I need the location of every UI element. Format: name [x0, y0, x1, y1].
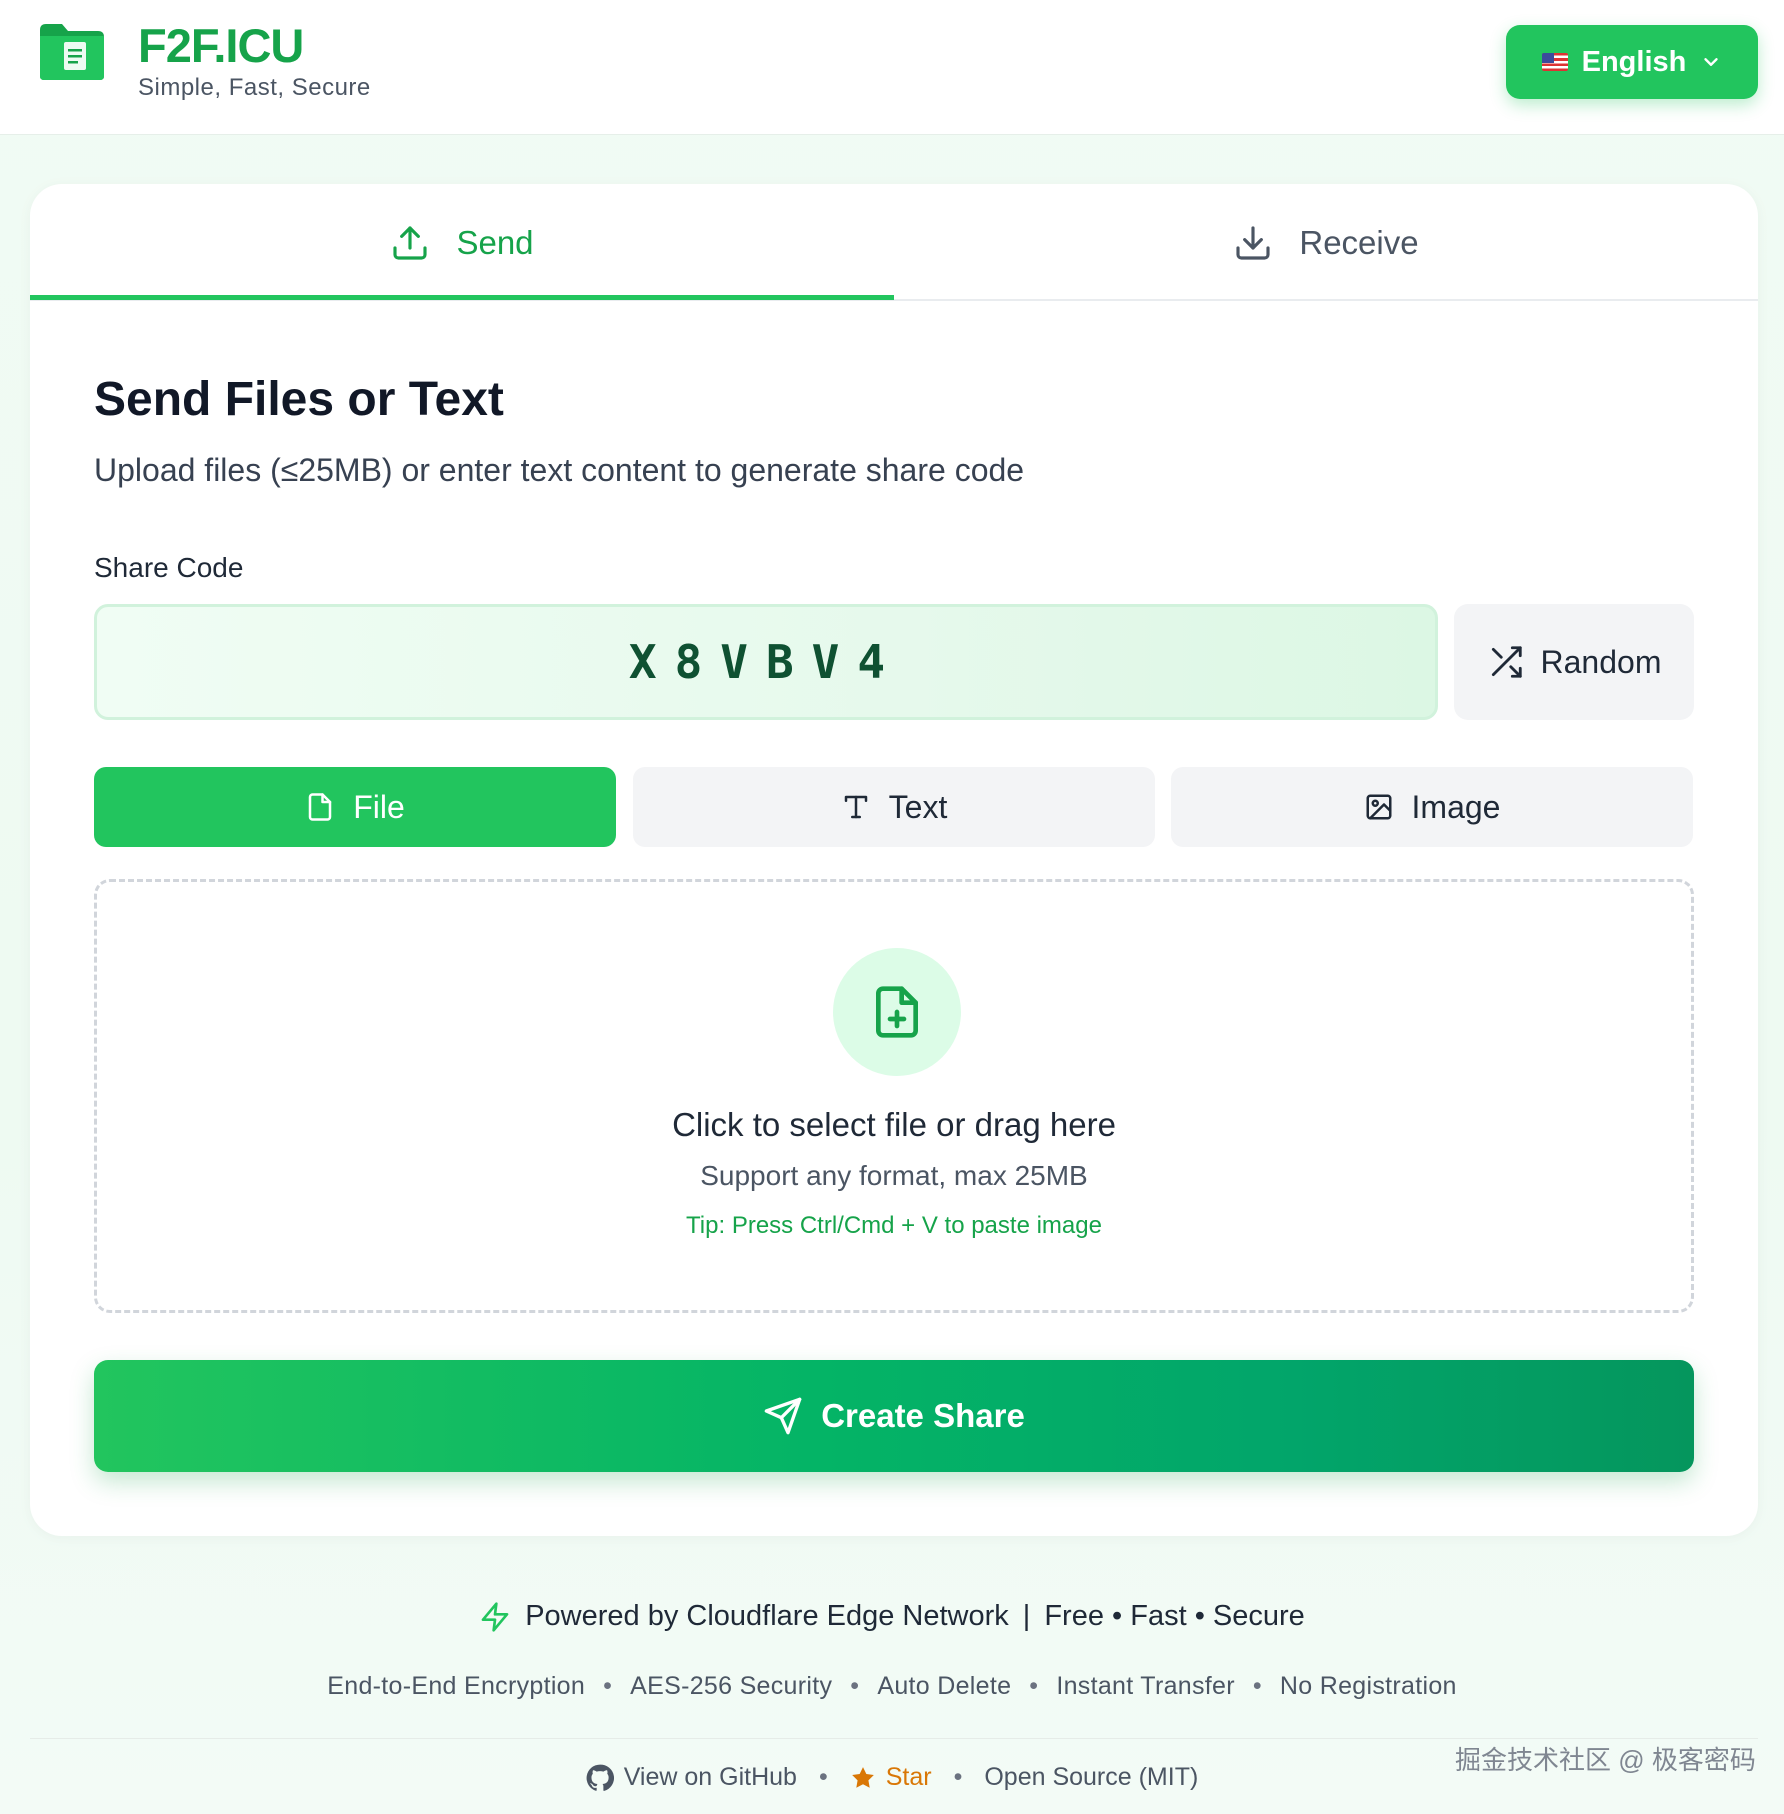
create-share-button[interactable]: Create Share: [94, 1360, 1694, 1472]
text-icon: [844, 795, 867, 819]
random-code-button[interactable]: Random: [1454, 604, 1694, 720]
lightning-icon: [481, 1601, 509, 1632]
feature-item: AES-256 Security: [630, 1672, 833, 1700]
brand-name[interactable]: F2F.ICU: [138, 18, 304, 73]
star-icon: [851, 1766, 874, 1788]
main-card: Send Receive Send Files or Text Upload f…: [30, 184, 1758, 1536]
footer-divider: [30, 1738, 1758, 1739]
tab-bar: Send Receive: [30, 184, 1758, 301]
link-separator: •: [818, 1763, 828, 1791]
dropzone-tip: Tip: Press Ctrl/Cmd + V to paste image: [686, 1212, 1102, 1239]
share-code-value: X8VBV4: [628, 635, 904, 689]
page-subtitle: Upload files (≤25MB) or enter text conte…: [94, 452, 1025, 488]
feature-item: No Registration: [1279, 1672, 1457, 1700]
language-selector[interactable]: English: [1506, 25, 1758, 99]
create-share-label: Create Share: [821, 1397, 1025, 1434]
chevron-down-icon: [1704, 58, 1719, 66]
license-link-label: Open Source (MIT): [984, 1763, 1199, 1791]
brand-tagline: Simple, Fast, Secure: [138, 74, 371, 101]
send-icon: [764, 1397, 802, 1435]
image-icon: [1366, 794, 1392, 820]
language-label: English: [1581, 45, 1687, 78]
watermark-text: 掘金技术社区 @ 极客密码: [1455, 1745, 1756, 1775]
feature-separator: •: [603, 1672, 613, 1700]
folder-logo-icon: [40, 24, 104, 80]
mode-file-label: File: [353, 788, 405, 825]
file-plus-icon: [876, 986, 918, 1038]
active-tab-indicator: [30, 295, 894, 300]
random-label: Random: [1540, 643, 1662, 680]
file-plus-icon-badge: [833, 948, 961, 1076]
powered-traits: Free • Fast • Secure: [1044, 1600, 1305, 1632]
feature-list: End-to-End Encryption • AES-256 Security…: [0, 1672, 1784, 1701]
shuffle-icon: [1491, 646, 1522, 678]
mode-text-label: Text: [888, 788, 948, 825]
tab-send-label: Send: [456, 223, 534, 261]
share-code-field[interactable]: X8VBV4: [94, 604, 1438, 720]
tab-send[interactable]: Send: [30, 184, 894, 301]
file-dropzone[interactable]: Click to select file or drag here Suppor…: [94, 879, 1694, 1313]
feature-item: End-to-End Encryption: [327, 1672, 586, 1700]
app-header: F2F.ICU Simple, Fast, Secure English: [0, 0, 1784, 135]
powered-separator: |: [1022, 1600, 1031, 1632]
feature-separator: •: [850, 1672, 860, 1700]
share-code-label: Share Code: [94, 552, 244, 583]
feature-item: Instant Transfer: [1056, 1672, 1235, 1700]
us-flag-icon: [1541, 53, 1568, 71]
page-title: Send Files or Text: [94, 373, 504, 426]
powered-by-line: Powered by Cloudflare Edge Network | Fre…: [0, 1600, 1784, 1633]
star-link-label: Star: [885, 1763, 932, 1791]
mode-image-button[interactable]: Image: [1171, 767, 1693, 847]
link-separator: •: [953, 1763, 963, 1791]
powered-by-text: Powered by Cloudflare Edge Network: [525, 1600, 1009, 1632]
mode-text-button[interactable]: Text: [633, 767, 1155, 847]
github-link-label: View on GitHub: [623, 1763, 797, 1791]
mode-file-button[interactable]: File: [94, 767, 616, 847]
dropzone-subtitle: Support any format, max 25MB: [700, 1160, 1088, 1191]
dropzone-title: Click to select file or drag here: [672, 1106, 1116, 1143]
github-icon: [586, 1764, 614, 1791]
tab-receive[interactable]: Receive: [894, 184, 1758, 301]
license-link[interactable]: Open Source (MIT): [984, 1763, 1198, 1792]
mode-image-label: Image: [1411, 788, 1501, 825]
feature-item: Auto Delete: [877, 1672, 1012, 1700]
download-icon: [1236, 225, 1270, 260]
github-link[interactable]: View on GitHub: [586, 1763, 797, 1792]
star-link[interactable]: Star: [850, 1763, 932, 1792]
file-icon: [308, 793, 332, 821]
feature-separator: •: [1029, 1672, 1039, 1700]
upload-icon: [393, 225, 428, 260]
tab-receive-label: Receive: [1299, 223, 1419, 261]
feature-separator: •: [1252, 1672, 1262, 1700]
